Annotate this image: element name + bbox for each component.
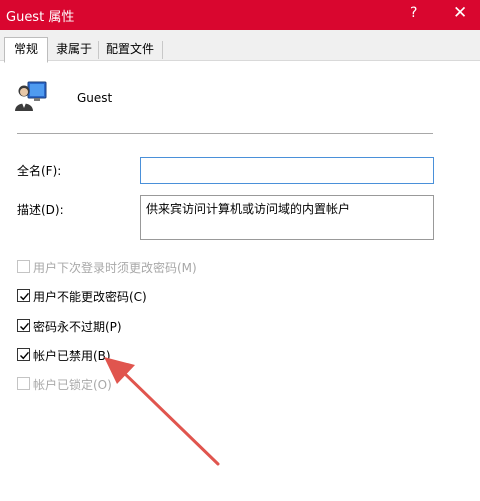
tab-general[interactable]: 常规: [4, 37, 48, 63]
annotation-arrow: [104, 357, 220, 466]
